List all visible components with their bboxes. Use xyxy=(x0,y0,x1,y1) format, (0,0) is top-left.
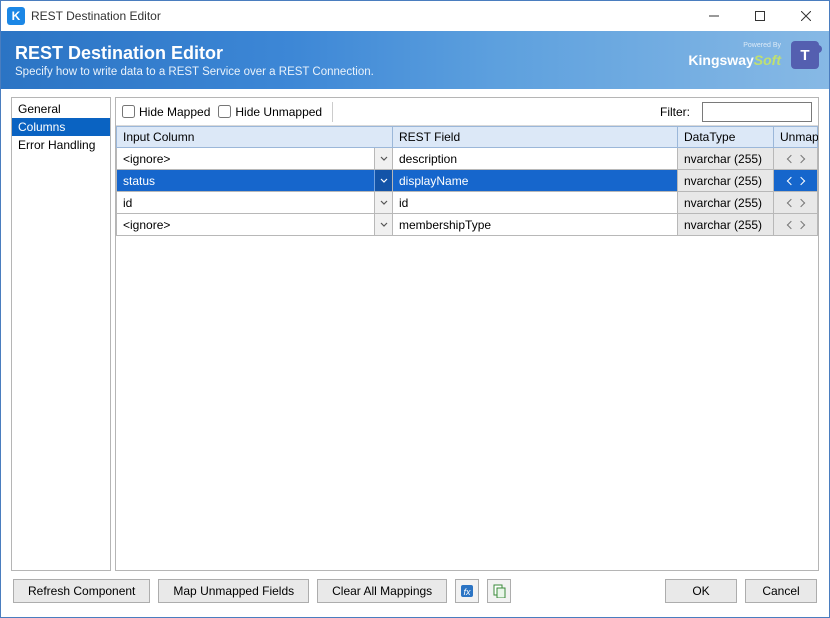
input-column-value: <ignore> xyxy=(117,148,375,169)
chevron-down-icon[interactable] xyxy=(375,192,392,213)
table-row[interactable]: ididnvarchar (255) xyxy=(117,192,818,214)
hide-unmapped-label: Hide Unmapped xyxy=(235,105,322,119)
chevron-down-icon[interactable] xyxy=(375,148,392,169)
toolbar: Hide Mapped Hide Unmapped Filter: xyxy=(116,98,818,126)
unmap-icon xyxy=(788,197,804,209)
input-column-dropdown[interactable]: status xyxy=(117,170,392,191)
sidebar: GeneralColumnsError Handling xyxy=(11,97,111,571)
rest-field-value: displayName xyxy=(393,170,677,191)
brand-part-a: Kingsway xyxy=(688,52,753,68)
script-icon-button[interactable] xyxy=(487,579,511,603)
input-column-dropdown[interactable]: id xyxy=(117,192,392,213)
unmap-button[interactable] xyxy=(774,148,817,169)
banner-subtitle: Specify how to write data to a REST Serv… xyxy=(15,66,374,78)
unmap-icon xyxy=(788,219,804,231)
table-row[interactable]: <ignore> membershipTypenvarchar (255) xyxy=(117,214,818,236)
input-column-value: <ignore> xyxy=(117,214,375,235)
cancel-button[interactable]: Cancel xyxy=(745,579,817,603)
hide-mapped-checkbox[interactable]: Hide Mapped xyxy=(122,105,210,119)
col-header-unmap[interactable]: Unmap xyxy=(774,127,818,148)
col-header-dtype[interactable]: DataType xyxy=(678,127,774,148)
input-column-value: id xyxy=(117,192,375,213)
brand-part-b: Soft xyxy=(754,52,781,68)
banner: REST Destination Editor Specify how to w… xyxy=(1,31,829,89)
sidebar-item-general[interactable]: General xyxy=(12,100,110,118)
map-unmapped-fields-button[interactable]: Map Unmapped Fields xyxy=(158,579,309,603)
unmap-button[interactable] xyxy=(774,170,817,191)
minimize-button[interactable] xyxy=(691,1,737,31)
window-title: REST Destination Editor xyxy=(31,9,691,23)
input-column-value: status xyxy=(117,170,375,191)
titlebar: K REST Destination Editor xyxy=(1,1,829,31)
unmap-icon xyxy=(788,175,804,187)
banner-text: REST Destination Editor Specify how to w… xyxy=(15,43,374,78)
bottombar: Refresh Component Map Unmapped Fields Cl… xyxy=(1,571,829,611)
table-row[interactable]: status displayNamenvarchar (255) xyxy=(117,170,818,192)
window-buttons xyxy=(691,1,829,31)
refresh-component-button[interactable]: Refresh Component xyxy=(13,579,150,603)
col-header-rest[interactable]: REST Field xyxy=(393,127,678,148)
mapping-table: Input Column REST Field DataType Unmap <… xyxy=(116,126,818,236)
powered-by-label: Powered By xyxy=(743,42,781,49)
main-panel: Hide Mapped Hide Unmapped Filter: Input … xyxy=(115,97,819,571)
mapping-grid: Input Column REST Field DataType Unmap <… xyxy=(116,126,818,570)
datatype-value: nvarchar (255) xyxy=(678,214,773,235)
unmap-button[interactable] xyxy=(774,214,817,235)
filter-label: Filter: xyxy=(660,105,690,119)
close-button[interactable] xyxy=(783,1,829,31)
banner-logos: Powered By KingswaySoft T xyxy=(688,41,819,69)
chevron-down-icon[interactable] xyxy=(375,214,392,235)
hide-mapped-input[interactable] xyxy=(122,105,135,118)
kingswaysoft-logo: Powered By KingswaySoft xyxy=(688,43,781,67)
svg-text:fx: fx xyxy=(464,587,472,597)
datatype-value: nvarchar (255) xyxy=(678,192,773,213)
unmap-button[interactable] xyxy=(774,192,817,213)
chevron-down-icon[interactable] xyxy=(375,170,392,191)
hide-unmapped-checkbox[interactable]: Hide Unmapped xyxy=(218,105,322,119)
table-row[interactable]: <ignore> descriptionnvarchar (255) xyxy=(117,148,818,170)
banner-heading: REST Destination Editor xyxy=(15,43,374,64)
hide-mapped-label: Hide Mapped xyxy=(139,105,210,119)
rest-field-value: id xyxy=(393,192,677,213)
col-header-input[interactable]: Input Column xyxy=(117,127,393,148)
sidebar-item-error-handling[interactable]: Error Handling xyxy=(12,136,110,154)
filter-input[interactable] xyxy=(702,102,812,122)
app-icon: K xyxy=(7,7,25,25)
fx-icon-button[interactable]: fx xyxy=(455,579,479,603)
rest-field-value: membershipType xyxy=(393,214,677,235)
toolbar-divider xyxy=(332,102,333,122)
hide-unmapped-input[interactable] xyxy=(218,105,231,118)
maximize-button[interactable] xyxy=(737,1,783,31)
clear-all-mappings-button[interactable]: Clear All Mappings xyxy=(317,579,447,603)
input-column-dropdown[interactable]: <ignore> xyxy=(117,148,392,169)
datatype-value: nvarchar (255) xyxy=(678,148,773,169)
content: GeneralColumnsError Handling Hide Mapped… xyxy=(1,89,829,571)
datatype-value: nvarchar (255) xyxy=(678,170,773,191)
input-column-dropdown[interactable]: <ignore> xyxy=(117,214,392,235)
rest-field-value: description xyxy=(393,148,677,169)
sidebar-item-columns[interactable]: Columns xyxy=(12,118,110,136)
unmap-icon xyxy=(788,153,804,165)
teams-icon: T xyxy=(791,41,819,69)
ok-button[interactable]: OK xyxy=(665,579,737,603)
